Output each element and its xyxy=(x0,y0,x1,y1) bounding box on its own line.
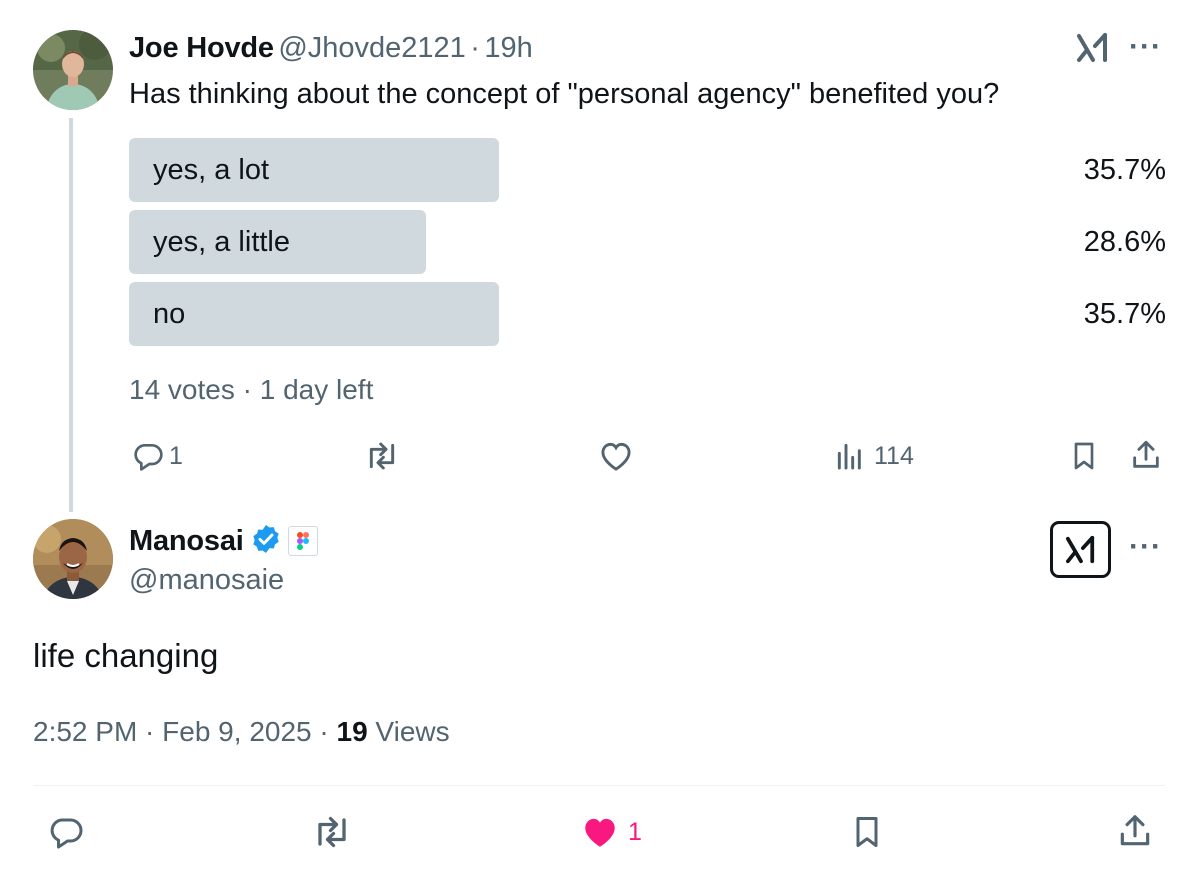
retweet-button[interactable] xyxy=(310,814,354,850)
views-label: Views xyxy=(367,716,450,747)
retweet-button[interactable] xyxy=(363,440,401,472)
like-button[interactable] xyxy=(598,440,634,472)
verified-badge-icon[interactable] xyxy=(250,523,282,560)
views-count: 19 xyxy=(336,716,368,747)
author-handle[interactable]: @Jhovde2121 xyxy=(278,32,465,64)
like-icon xyxy=(598,440,634,472)
poll-option-percent: 35.7% xyxy=(1083,298,1166,330)
reply-count: 1 xyxy=(169,441,183,470)
like-count: 1 xyxy=(628,817,642,846)
poll-option-label: yes, a little xyxy=(153,226,290,258)
thread-line xyxy=(69,118,73,512)
bookmark-icon xyxy=(849,814,885,850)
reply-icon xyxy=(47,814,85,850)
separator: · xyxy=(470,32,480,64)
poll-option-percent: 35.7% xyxy=(1083,154,1166,186)
reply-author-name[interactable]: Manosai xyxy=(129,525,244,558)
bookmark-button[interactable] xyxy=(849,814,885,850)
share-icon xyxy=(1116,812,1154,850)
bookmark-button[interactable] xyxy=(1068,440,1100,472)
views-count: 114 xyxy=(874,441,914,470)
tweet-timestamp[interactable]: 2:52 PM · Feb 9, 2025 · xyxy=(33,716,337,747)
retweet-icon xyxy=(363,440,401,472)
poll-option-percent: 28.6% xyxy=(1083,226,1166,258)
tweet-text: Has thinking about the concept of "perso… xyxy=(129,78,1000,110)
reply-author-handle[interactable]: @manosaie xyxy=(129,564,284,597)
poll-option: yes, a little 28.6% xyxy=(129,210,1166,274)
more-icon[interactable]: ··· xyxy=(1129,530,1162,564)
figma-affiliate-icon[interactable] xyxy=(287,526,318,556)
more-icon[interactable]: ··· xyxy=(1129,30,1162,64)
poll-option: yes, a lot 35.7% xyxy=(129,138,1166,202)
views-icon xyxy=(834,440,866,472)
share-button[interactable] xyxy=(1116,812,1154,850)
views-button[interactable]: 114 xyxy=(834,440,914,472)
grok-icon[interactable] xyxy=(1050,521,1111,578)
author-name[interactable]: Joe Hovde xyxy=(129,32,274,64)
retweet-icon xyxy=(310,814,354,850)
avatar-joe-hovde[interactable] xyxy=(33,30,113,110)
reply-button[interactable]: 1 xyxy=(131,440,183,472)
tweet-time[interactable]: 19h xyxy=(484,32,532,64)
share-button[interactable] xyxy=(1129,438,1163,472)
parent-tweet-header: Joe Hovde @Jhovde2121 · 19h xyxy=(129,32,533,72)
like-icon xyxy=(580,814,620,850)
reply-icon xyxy=(131,440,165,472)
grok-icon[interactable] xyxy=(1076,32,1110,69)
share-icon xyxy=(1129,438,1163,472)
bookmark-icon xyxy=(1068,440,1100,472)
divider xyxy=(33,785,1165,786)
like-button[interactable]: 1 xyxy=(580,814,642,850)
poll-option: no 35.7% xyxy=(129,282,1166,346)
poll-summary: 14 votes · 1 day left xyxy=(129,374,374,405)
tweet-meta: 2:52 PM · Feb 9, 2025 · 19 Views xyxy=(33,716,450,748)
poll-option-label: no xyxy=(153,298,186,330)
reply-button[interactable] xyxy=(47,814,85,850)
poll-option-label: yes, a lot xyxy=(153,154,270,186)
reply-text: life changing xyxy=(33,637,219,674)
avatar-manosai[interactable] xyxy=(33,519,113,599)
reply-author-row: Manosai xyxy=(129,522,318,560)
